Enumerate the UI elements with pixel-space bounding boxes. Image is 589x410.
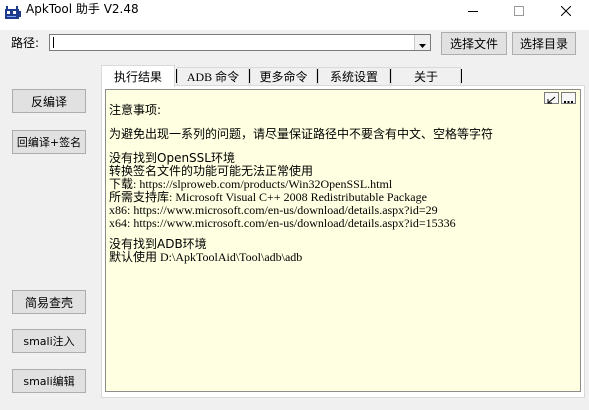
path-label: 路径: bbox=[11, 36, 40, 50]
log-line: 注意事项: bbox=[109, 103, 162, 117]
output-log[interactable]: 注意事项: 为避免出现一系列的问题，请尽量保证路径中不要含有中文、空格等字符 没… bbox=[105, 89, 581, 392]
tab-panel-results: 注意事项: 为避免出现一系列的问题，请尽量保证路径中不要含有中文、空格等字符 没… bbox=[101, 85, 585, 398]
android-icon bbox=[4, 5, 22, 19]
select-file-button[interactable]: 选择文件 bbox=[441, 32, 507, 55]
select-directory-button[interactable]: 选择目录 bbox=[512, 32, 576, 55]
tab-settings[interactable]: 系统设置 bbox=[318, 67, 390, 85]
close-icon bbox=[560, 1, 572, 20]
tab-adb-commands[interactable]: ADB 命令 bbox=[177, 67, 249, 85]
smali-edit-button[interactable]: smali编辑 bbox=[12, 369, 86, 393]
smali-inject-button[interactable]: smali注入 bbox=[12, 329, 86, 353]
minimize-icon bbox=[468, 1, 478, 20]
text-caret bbox=[53, 37, 54, 48]
recompile-sign-button[interactable]: 回编译+签名 bbox=[12, 130, 86, 154]
title-bar: ApkTool 助手 V2.48 bbox=[0, 0, 589, 30]
dropdown-button[interactable] bbox=[414, 35, 430, 50]
log-line: 为避免出现一系列的问题，请尽量保证路径中不要含有中文、空格等字符 bbox=[109, 127, 494, 141]
maximize-button[interactable] bbox=[496, 0, 542, 20]
tab-divider bbox=[390, 69, 391, 83]
window-title: ApkTool 助手 V2.48 bbox=[26, 2, 139, 16]
chevron-down-icon bbox=[419, 33, 426, 52]
decompile-button[interactable]: 反编译 bbox=[12, 89, 86, 113]
easy-shell-check-button[interactable]: 简易查壳 bbox=[12, 290, 86, 314]
log-line: 默认使用 D:\ApkToolAid\Tool\adb\adb bbox=[109, 250, 303, 264]
maximize-icon bbox=[514, 1, 524, 20]
minimize-button[interactable] bbox=[450, 0, 496, 20]
tab-divider bbox=[176, 69, 177, 83]
tab-about[interactable]: 关于 bbox=[391, 67, 461, 85]
close-button[interactable] bbox=[543, 0, 589, 20]
pin-button[interactable] bbox=[544, 92, 559, 104]
more-icon bbox=[564, 90, 573, 108]
tab-strip: 执行结果 ADB 命令 更多命令 系统设置 关于 bbox=[101, 65, 481, 87]
app-window: ApkTool 助手 V2.48 路径: 选择文件 选择目录 反编译 回编译+签… bbox=[0, 0, 589, 410]
tab-label: ADB 命令 bbox=[186, 70, 240, 84]
pin-icon bbox=[547, 90, 556, 108]
tab-results[interactable]: 执行结果 bbox=[101, 65, 175, 87]
tab-divider bbox=[249, 69, 250, 83]
tab-more-commands[interactable]: 更多命令 bbox=[250, 67, 317, 85]
log-line: x64: https://www.microsoft.com/en-us/dow… bbox=[109, 216, 456, 230]
more-button[interactable] bbox=[561, 92, 576, 104]
tab-divider bbox=[317, 69, 318, 83]
path-input[interactable] bbox=[52, 35, 412, 50]
path-combobox[interactable] bbox=[49, 34, 431, 51]
tab-divider bbox=[461, 69, 462, 83]
log-toolbar bbox=[544, 92, 576, 104]
